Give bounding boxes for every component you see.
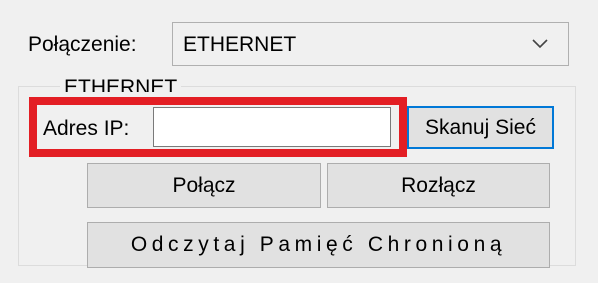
groupbox-title-text: ETHERNET: [64, 78, 178, 92]
scan-network-button[interactable]: Skanuj Sieć: [407, 106, 554, 149]
groupbox-title: ETHERNET: [60, 78, 182, 92]
connection-label: Połączenie:: [28, 33, 137, 56]
connection-panel: Połączenie: ETHERNET ETHERNET Adres IP: …: [0, 0, 598, 283]
chevron-down-icon: [532, 39, 548, 49]
connection-type-value: ETHERNET: [183, 33, 297, 56]
connection-type-select[interactable]: ETHERNET: [172, 22, 569, 66]
disconnect-button[interactable]: Rozłącz: [327, 163, 550, 208]
connect-button[interactable]: Połącz: [87, 163, 321, 208]
read-protected-memory-button[interactable]: Odczytaj Pamięć Chronioną: [87, 222, 550, 268]
highlight-box: [29, 97, 407, 157]
